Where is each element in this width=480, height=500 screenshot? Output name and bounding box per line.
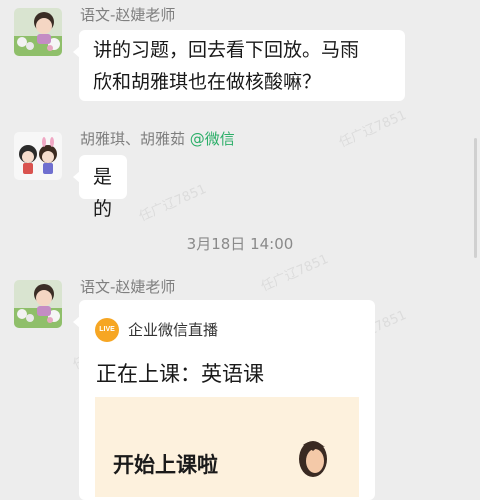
message-text: 讲的习题，回去看下回放。马雨: [93, 39, 360, 61]
teacher-illustration-icon: [299, 441, 327, 477]
timestamp: 3月18日 14:00: [186, 235, 294, 253]
live-card-header: LIVE 企业微信直播: [95, 314, 218, 346]
watermark: 任广辽7851: [336, 107, 409, 151]
watermark: 任广辽7851: [258, 251, 331, 295]
sender-name: 胡雅琪、胡雅茹 @微信: [80, 128, 235, 149]
message-text: 欣和胡雅琪也在做核酸嘛？: [93, 71, 322, 93]
wechat-tag: @微信: [189, 130, 235, 148]
live-banner[interactable]: 开始上课啦: [95, 397, 359, 497]
sender-name: 语文-赵婕老师: [80, 6, 176, 24]
avatar[interactable]: [14, 132, 62, 180]
live-title: 正在上课：英语课: [96, 362, 264, 386]
banner-text: 开始上课啦: [113, 453, 218, 477]
sender-name: 语文-赵婕老师: [80, 278, 176, 296]
avatar[interactable]: [14, 280, 62, 328]
live-stream-card[interactable]: LIVE 企业微信直播 正在上课：英语课 开始上课啦: [73, 300, 375, 500]
avatar[interactable]: [14, 8, 62, 56]
live-app-name: 企业微信直播: [128, 321, 219, 339]
message-text: 是的: [93, 166, 113, 220]
live-icon: LIVE: [95, 318, 119, 342]
watermark: 任广辽7851: [136, 181, 209, 225]
message-bubble[interactable]: 讲的习题，回去看下回放。马雨 欣和胡雅琪也在做核酸嘛？: [73, 30, 405, 101]
scrollbar[interactable]: [474, 138, 477, 258]
message-bubble[interactable]: 是的: [73, 155, 127, 220]
sender-name-text: 胡雅琪、胡雅茹: [80, 130, 186, 148]
